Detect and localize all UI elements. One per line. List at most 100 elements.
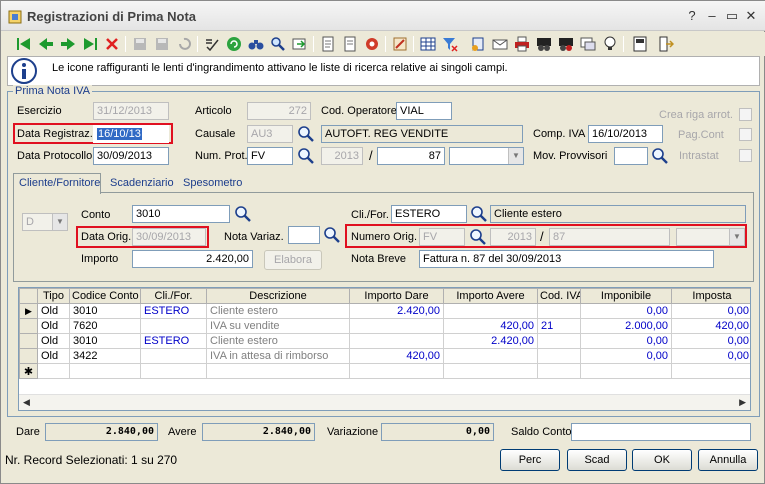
mov-provvisori-search-icon[interactable] bbox=[651, 147, 669, 165]
binoculars-icon[interactable] bbox=[247, 35, 265, 53]
edit-icon[interactable] bbox=[391, 35, 409, 53]
cod-operatore-field[interactable]: VIAL bbox=[396, 102, 452, 120]
cell-importo-avere[interactable] bbox=[443, 348, 538, 364]
cell-codice-conto[interactable]: 7620 bbox=[69, 318, 141, 334]
mov-provvisori-field[interactable] bbox=[614, 147, 648, 165]
window-icon[interactable] bbox=[579, 35, 597, 53]
exit-icon[interactable] bbox=[657, 35, 675, 53]
column-header-codice-conto[interactable]: Codice Conto bbox=[69, 288, 141, 304]
maximize-button[interactable]: ▭ bbox=[723, 7, 741, 25]
previous-record-icon[interactable] bbox=[37, 35, 55, 53]
last-record-icon[interactable] bbox=[81, 35, 99, 53]
cell-importo-avere[interactable] bbox=[443, 303, 538, 319]
annulla-button[interactable]: Annulla bbox=[698, 449, 758, 471]
prot-suffix-combo[interactable]: ▼ bbox=[449, 147, 524, 165]
cell-codice-conto[interactable]: 3422 bbox=[69, 348, 141, 364]
cell-tipo[interactable]: Old bbox=[37, 318, 70, 334]
cell-imposta[interactable]: 420,00 bbox=[671, 318, 750, 334]
print-icon[interactable] bbox=[513, 35, 531, 53]
importo-field[interactable]: 2.420,00 bbox=[132, 250, 253, 268]
cell-cod-iva[interactable] bbox=[537, 333, 581, 349]
conto-search-icon[interactable] bbox=[234, 205, 252, 223]
cell-cli-for[interactable]: ESTERO bbox=[140, 303, 207, 319]
cell-descrizione[interactable]: IVA in attesa di rimborso bbox=[206, 348, 350, 364]
conto-field[interactable]: 3010 bbox=[132, 205, 230, 223]
num-prot-search-icon[interactable] bbox=[297, 147, 315, 165]
horizontal-scrollbar[interactable]: ◀ ▶ bbox=[19, 394, 750, 410]
column-header-cli-for[interactable]: Cli./For. bbox=[140, 288, 207, 304]
data-registraz-field[interactable]: 16/10/13 bbox=[93, 125, 169, 143]
table-row[interactable]: Old 3010 ESTERO Cliente estero 2.420,00 … bbox=[19, 333, 750, 349]
data-protocollo-field[interactable]: 30/09/2013 bbox=[93, 147, 169, 165]
column-header-imposta[interactable]: Imposta bbox=[671, 288, 750, 304]
nota-variaz-search-icon[interactable] bbox=[323, 226, 341, 244]
email-icon[interactable] bbox=[491, 35, 509, 53]
minimize-button[interactable]: – bbox=[703, 7, 721, 25]
movements-grid[interactable]: Tipo Codice Conto Cli./For. Descrizione … bbox=[18, 287, 751, 411]
cell-importo-dare[interactable]: 420,00 bbox=[349, 348, 444, 364]
comp-iva-field[interactable]: 16/10/2013 bbox=[588, 125, 663, 143]
cell-importo-dare[interactable] bbox=[349, 318, 444, 334]
chevron-down-icon[interactable]: ▼ bbox=[508, 148, 523, 164]
cell-tipo[interactable]: Old bbox=[37, 303, 70, 319]
table-row[interactable]: Old 3422 IVA in attesa di rimborso 420,0… bbox=[19, 348, 750, 364]
cell-imposta[interactable]: 0,00 bbox=[671, 303, 750, 319]
ok-button[interactable]: OK bbox=[632, 449, 692, 471]
cell-codice-conto[interactable]: 3010 bbox=[69, 333, 141, 349]
tab-spesometro[interactable]: Spesometro bbox=[178, 174, 247, 194]
tab-scadenziario[interactable]: Scadenziario bbox=[105, 174, 179, 194]
first-record-icon[interactable] bbox=[15, 35, 33, 53]
cell-importo-dare[interactable] bbox=[349, 333, 444, 349]
cell-imponibile[interactable]: 0,00 bbox=[580, 303, 672, 319]
prot-number-field[interactable]: 87 bbox=[377, 147, 445, 165]
cell-descrizione[interactable]: Cliente estero bbox=[206, 333, 350, 349]
scroll-right-icon[interactable]: ▶ bbox=[739, 397, 746, 408]
numero-orig-search-icon[interactable] bbox=[469, 228, 487, 246]
cell-cli-for[interactable] bbox=[140, 348, 207, 364]
cell-tipo[interactable]: Old bbox=[37, 333, 70, 349]
cell-codice-conto[interactable]: 3010 bbox=[69, 303, 141, 319]
crea-riga-checkbox[interactable] bbox=[739, 108, 752, 121]
refresh-icon[interactable] bbox=[225, 35, 243, 53]
filter-icon[interactable] bbox=[441, 35, 459, 53]
cell-imponibile[interactable]: 0,00 bbox=[580, 333, 672, 349]
cell-cod-iva[interactable] bbox=[537, 348, 581, 364]
delete-icon[interactable] bbox=[103, 35, 121, 53]
cell-imposta[interactable]: 0,00 bbox=[671, 348, 750, 364]
cell-importo-avere[interactable]: 420,00 bbox=[443, 318, 538, 334]
scad-button[interactable]: Scad bbox=[567, 449, 627, 471]
num-prot-field[interactable]: FV bbox=[247, 147, 293, 165]
cell-descrizione[interactable]: IVA su vendite bbox=[206, 318, 350, 334]
pag-cont-checkbox[interactable] bbox=[739, 128, 752, 141]
cell-importo-dare[interactable]: 2.420,00 bbox=[349, 303, 444, 319]
scroll-left-icon[interactable]: ◀ bbox=[23, 397, 30, 408]
check-icon[interactable] bbox=[203, 35, 221, 53]
new-row[interactable]: ✱ bbox=[19, 363, 750, 379]
cell-cli-for[interactable]: ESTERO bbox=[140, 333, 207, 349]
hint-icon[interactable] bbox=[601, 35, 619, 53]
search-icon[interactable] bbox=[269, 35, 287, 53]
next-record-icon[interactable] bbox=[59, 35, 77, 53]
help-button[interactable]: ? bbox=[683, 7, 701, 25]
column-header-tipo[interactable]: Tipo bbox=[37, 288, 70, 304]
cli-for-field[interactable]: ESTERO bbox=[391, 205, 467, 223]
cell-imponibile[interactable]: 2.000,00 bbox=[580, 318, 672, 334]
print-setup-icon[interactable] bbox=[557, 35, 575, 53]
calculator-icon[interactable] bbox=[631, 35, 649, 53]
print-preview-icon[interactable] bbox=[535, 35, 553, 53]
nota-breve-field[interactable]: Fattura n. 87 del 30/09/2013 bbox=[419, 250, 714, 268]
cell-descrizione[interactable]: Cliente estero bbox=[206, 303, 350, 319]
table-row[interactable]: ▶ Old 3010 ESTERO Cliente estero 2.420,0… bbox=[19, 303, 750, 319]
settings-icon[interactable] bbox=[363, 35, 381, 53]
column-header-importo-avere[interactable]: Importo Avere bbox=[443, 288, 538, 304]
column-header-importo-dare[interactable]: Importo Dare bbox=[349, 288, 444, 304]
cli-for-search-icon[interactable] bbox=[470, 205, 488, 223]
perc-button[interactable]: Perc bbox=[500, 449, 560, 471]
cell-cod-iva[interactable] bbox=[537, 303, 581, 319]
column-header-descrizione[interactable]: Descrizione bbox=[206, 288, 350, 304]
table-row[interactable]: Old 7620 IVA su vendite 420,00 21 2.000,… bbox=[19, 318, 750, 334]
column-header-imponibile[interactable]: Imponibile bbox=[580, 288, 672, 304]
nota-variaz-field[interactable] bbox=[288, 226, 320, 244]
causale-search-icon[interactable] bbox=[297, 125, 315, 143]
cell-tipo[interactable]: Old bbox=[37, 348, 70, 364]
